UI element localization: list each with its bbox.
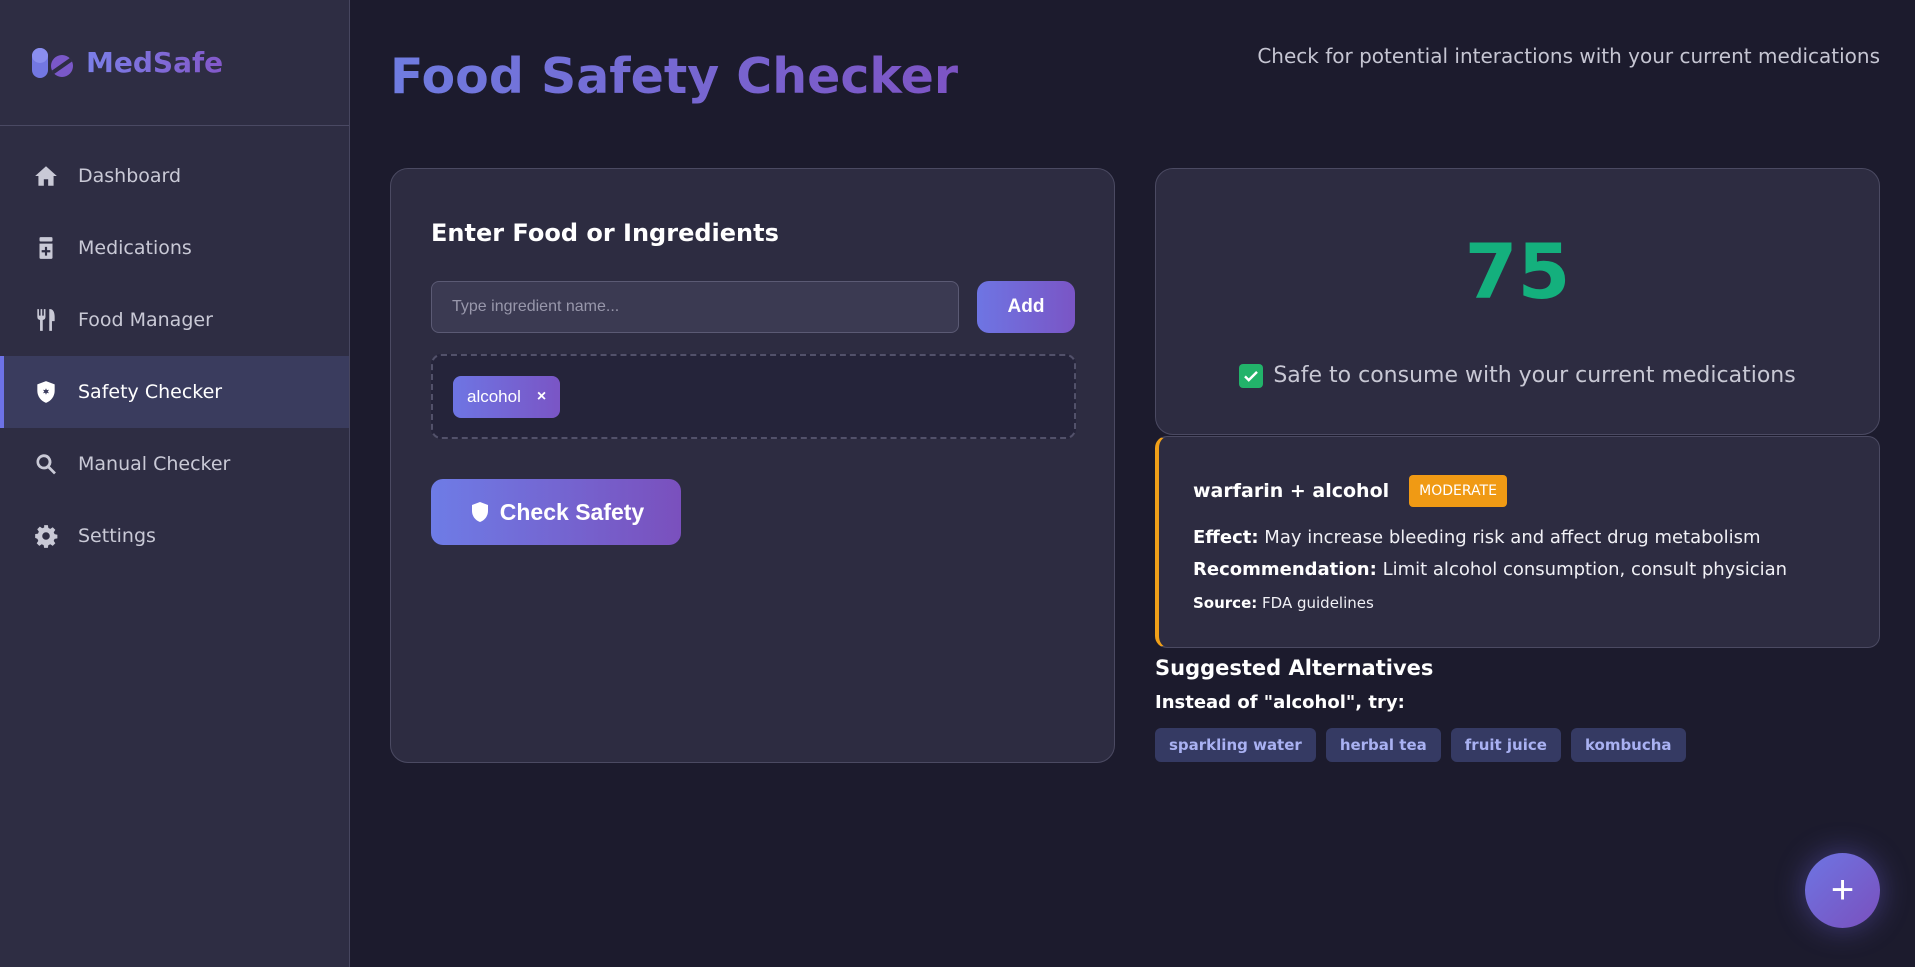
ingredient-input[interactable] [431, 281, 959, 333]
sidebar-item-label: Safety Checker [78, 381, 223, 403]
ingredient-tag-area: alcohol × [431, 354, 1076, 439]
pill-logo-icon [32, 47, 73, 78]
safety-score: 75 [1464, 227, 1571, 316]
interaction-title: warfarin + alcohol MODERATE [1193, 475, 1507, 507]
recommendation-text: Limit alcohol consumption, consult physi… [1382, 559, 1788, 580]
effect-label: Effect: [1193, 527, 1259, 548]
check-safety-button[interactable]: Check Safety [431, 479, 681, 545]
interaction-card: warfarin + alcohol MODERATE Effect: May … [1155, 436, 1880, 648]
interaction-recommendation: Recommendation: Limit alcohol consumptio… [1193, 559, 1787, 580]
sidebar-item-label: Manual Checker [78, 453, 231, 475]
sidebar-item-settings[interactable]: Settings [0, 500, 349, 572]
safety-status: Safe to consume with your current medica… [1156, 363, 1879, 388]
search-icon [32, 450, 60, 478]
source-text: FDA guidelines [1262, 594, 1374, 612]
app-name: MedSafe [86, 46, 224, 79]
checkmark-icon [1239, 363, 1264, 388]
shield-icon [32, 378, 60, 406]
sidebar-item-label: Medications [78, 237, 192, 259]
add-button[interactable]: Add [977, 281, 1075, 333]
alternatives-list: sparkling water herbal tea fruit juice k… [1155, 728, 1696, 762]
utensils-icon [32, 306, 60, 334]
sidebar-item-dashboard[interactable]: Dashboard [0, 140, 349, 212]
check-safety-label: Check Safety [499, 498, 645, 525]
alternative-chip[interactable]: sparkling water [1155, 728, 1316, 762]
add-fab-button[interactable]: + [1805, 853, 1880, 928]
sidebar-item-medications[interactable]: Medications [0, 212, 349, 284]
brand[interactable]: MedSafe [0, 0, 349, 126]
sidebar-item-manual-checker[interactable]: Manual Checker [0, 428, 349, 500]
safety-status-text: Safe to consume with your current medica… [1273, 363, 1796, 388]
card-heading: Enter Food or Ingredients [431, 219, 779, 247]
sidebar: MedSafe Dashboard Medications Food Manag… [0, 0, 350, 967]
shield-icon [471, 502, 488, 522]
alternatives-heading: Suggested Alternatives [1155, 656, 1434, 680]
source-label: Source: [1193, 594, 1258, 612]
alternative-chip[interactable]: herbal tea [1325, 728, 1441, 762]
pill-bottle-icon [32, 234, 60, 262]
sidebar-nav: Dashboard Medications Food Manager Safet… [0, 140, 349, 572]
sidebar-item-label: Food Manager [78, 309, 213, 331]
ingredient-input-card: Enter Food or Ingredients Add alcohol × … [390, 168, 1115, 763]
severity-badge: MODERATE [1409, 475, 1507, 507]
ingredient-tag: alcohol × [453, 376, 561, 418]
safety-score-card: 75 Safe to consume with your current med… [1155, 168, 1880, 435]
remove-tag-icon[interactable]: × [537, 388, 546, 406]
alternatives-subheading: Instead of "alcohol", try: [1155, 692, 1405, 713]
recommendation-label: Recommendation: [1193, 559, 1377, 580]
interaction-pair: warfarin + alcohol [1193, 480, 1390, 502]
effect-text: May increase bleeding risk and affect dr… [1264, 527, 1761, 548]
sidebar-item-safety-checker[interactable]: Safety Checker [0, 356, 349, 428]
sidebar-item-label: Settings [78, 525, 156, 547]
interaction-source: Source: FDA guidelines [1193, 594, 1374, 612]
interaction-effect: Effect: May increase bleeding risk and a… [1193, 527, 1761, 548]
alternative-chip[interactable]: fruit juice [1450, 728, 1561, 762]
home-icon [32, 162, 60, 190]
alternative-chip[interactable]: kombucha [1570, 728, 1686, 762]
sidebar-item-food-manager[interactable]: Food Manager [0, 284, 349, 356]
page-subtitle: Check for potential interactions with yo… [1257, 44, 1880, 68]
ingredient-tag-label: alcohol [467, 387, 521, 406]
page-title: Food Safety Checker [390, 48, 959, 105]
gear-icon [32, 522, 60, 550]
sidebar-item-label: Dashboard [78, 165, 182, 187]
